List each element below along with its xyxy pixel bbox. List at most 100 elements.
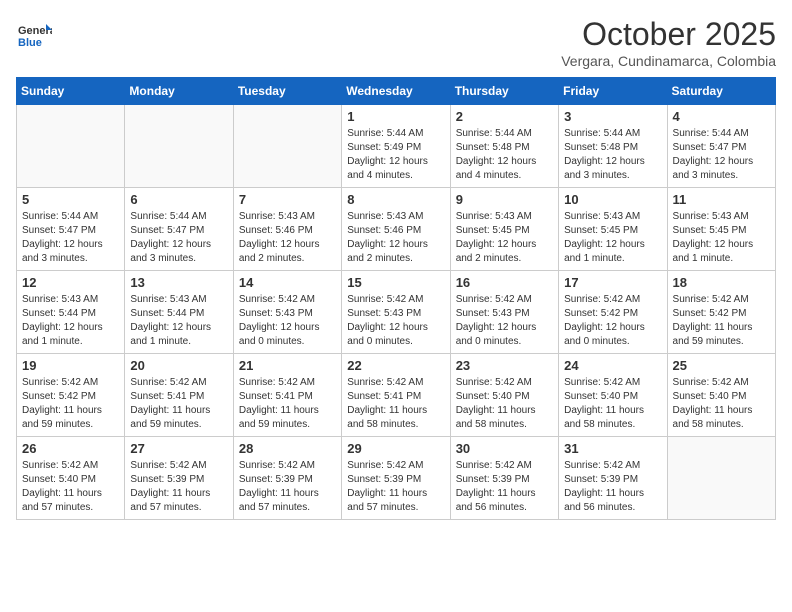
day-number: 17 xyxy=(564,275,661,290)
title-area: October 2025 Vergara, Cundinamarca, Colo… xyxy=(561,16,776,69)
calendar-cell: 19 Sunrise: 5:42 AM Sunset: 5:42 PM Dayli… xyxy=(17,354,125,437)
day-number: 11 xyxy=(673,192,770,207)
day-number: 7 xyxy=(239,192,336,207)
day-number: 28 xyxy=(239,441,336,456)
day-number: 22 xyxy=(347,358,444,373)
calendar-cell: 18 Sunrise: 5:42 AM Sunset: 5:42 PM Dayli… xyxy=(667,271,775,354)
header: General Blue October 2025 Vergara, Cundi… xyxy=(16,16,776,69)
month-title: October 2025 xyxy=(561,16,776,53)
day-info: Sunrise: 5:44 AM Sunset: 5:47 PM Dayligh… xyxy=(673,127,770,183)
calendar-cell: 14Sunrise: 5:42 AM Sunset: 5:43 PM Dayli… xyxy=(233,271,341,354)
day-number: 19 xyxy=(22,358,119,373)
weekday-header: Monday xyxy=(125,78,233,105)
day-number: 21 xyxy=(239,358,336,373)
calendar-cell: 22 Sunrise: 5:42 AM Sunset: 5:41 PM Dayli… xyxy=(342,354,450,437)
day-info: Sunrise: 5:42 AM Sunset: 5:42 PM Dayligh… xyxy=(22,376,119,432)
calendar-cell: 25Sunrise: 5:42 AM Sunset: 5:40 PM Dayli… xyxy=(667,354,775,437)
day-info: Sunrise: 5:43 AM Sunset: 5:46 PM Dayligh… xyxy=(239,210,336,266)
calendar-cell: 23 Sunrise: 5:42 AM Sunset: 5:40 PM Dayli… xyxy=(450,354,558,437)
day-number: 3 xyxy=(564,109,661,124)
day-number: 12 xyxy=(22,275,119,290)
day-info: Sunrise: 5:43 AM Sunset: 5:45 PM Dayligh… xyxy=(673,210,770,266)
day-info: Sunrise: 5:42 AM Sunset: 5:42 PM Dayligh… xyxy=(673,293,770,349)
day-number: 9 xyxy=(456,192,553,207)
day-info: Sunrise: 5:42 AM Sunset: 5:43 PM Dayligh… xyxy=(347,293,444,349)
day-info: Sunrise: 5:44 AM Sunset: 5:48 PM Dayligh… xyxy=(456,127,553,183)
calendar-week-row: 1Sunrise: 5:44 AM Sunset: 5:49 PM Daylig… xyxy=(17,105,776,188)
day-info: Sunrise: 5:43 AM Sunset: 5:45 PM Dayligh… xyxy=(564,210,661,266)
calendar-cell xyxy=(17,105,125,188)
day-number: 14 xyxy=(239,275,336,290)
day-info: Sunrise: 5:43 AM Sunset: 5:46 PM Dayligh… xyxy=(347,210,444,266)
calendar-week-row: 12 Sunrise: 5:43 AM Sunset: 5:44 PM Dayli… xyxy=(17,271,776,354)
day-number: 24 xyxy=(564,358,661,373)
day-info: Sunrise: 5:42 AM Sunset: 5:40 PM Dayligh… xyxy=(22,459,119,515)
calendar-cell: 13Sunrise: 5:43 AM Sunset: 5:44 PM Dayli… xyxy=(125,271,233,354)
calendar-cell: 7 Sunrise: 5:43 AM Sunset: 5:46 PM Daylig… xyxy=(233,188,341,271)
calendar-cell xyxy=(125,105,233,188)
calendar-cell: 12Sunrise: 5:43 AM Sunset: 5:44 PM Dayli… xyxy=(17,271,125,354)
calendar-cell: 9 Sunrise: 5:43 AM Sunset: 5:45 PM Daylig… xyxy=(450,188,558,271)
calendar-cell: 15 Sunrise: 5:42 AM Sunset: 5:43 PM Dayli… xyxy=(342,271,450,354)
day-info: Sunrise: 5:42 AM Sunset: 5:41 PM Dayligh… xyxy=(239,376,336,432)
day-info: Sunrise: 5:42 AM Sunset: 5:40 PM Dayligh… xyxy=(564,376,661,432)
day-number: 16 xyxy=(456,275,553,290)
day-number: 15 xyxy=(347,275,444,290)
day-info: Sunrise: 5:42 AM Sunset: 5:39 PM Dayligh… xyxy=(347,459,444,515)
calendar-cell: 1Sunrise: 5:44 AM Sunset: 5:49 PM Daylig… xyxy=(342,105,450,188)
calendar-cell: 8 Sunrise: 5:43 AM Sunset: 5:46 PM Daylig… xyxy=(342,188,450,271)
calendar-cell: 29 Sunrise: 5:42 AM Sunset: 5:39 PM Dayli… xyxy=(342,437,450,520)
day-number: 5 xyxy=(22,192,119,207)
day-info: Sunrise: 5:42 AM Sunset: 5:39 PM Dayligh… xyxy=(456,459,553,515)
weekday-header: Sunday xyxy=(17,78,125,105)
day-info: Sunrise: 5:44 AM Sunset: 5:47 PM Dayligh… xyxy=(130,210,227,266)
day-info: Sunrise: 5:44 AM Sunset: 5:47 PM Dayligh… xyxy=(22,210,119,266)
day-info: Sunrise: 5:44 AM Sunset: 5:48 PM Dayligh… xyxy=(564,127,661,183)
day-info: Sunrise: 5:42 AM Sunset: 5:43 PM Dayligh… xyxy=(456,293,553,349)
calendar-cell: 2 Sunrise: 5:44 AM Sunset: 5:48 PM Daylig… xyxy=(450,105,558,188)
calendar-cell: 6Sunrise: 5:44 AM Sunset: 5:47 PM Daylig… xyxy=(125,188,233,271)
weekday-header: Thursday xyxy=(450,78,558,105)
day-number: 23 xyxy=(456,358,553,373)
day-number: 2 xyxy=(456,109,553,124)
day-number: 1 xyxy=(347,109,444,124)
subtitle: Vergara, Cundinamarca, Colombia xyxy=(561,53,776,69)
calendar-cell: 31 Sunrise: 5:42 AM Sunset: 5:39 PM Dayli… xyxy=(559,437,667,520)
logo: General Blue xyxy=(16,16,52,52)
day-info: Sunrise: 5:42 AM Sunset: 5:39 PM Dayligh… xyxy=(564,459,661,515)
day-number: 18 xyxy=(673,275,770,290)
svg-text:Blue: Blue xyxy=(18,37,42,49)
day-number: 4 xyxy=(673,109,770,124)
day-info: Sunrise: 5:43 AM Sunset: 5:44 PM Dayligh… xyxy=(130,293,227,349)
day-number: 31 xyxy=(564,441,661,456)
calendar-week-row: 19 Sunrise: 5:42 AM Sunset: 5:42 PM Dayli… xyxy=(17,354,776,437)
calendar-week-row: 26 Sunrise: 5:42 AM Sunset: 5:40 PM Dayli… xyxy=(17,437,776,520)
weekday-header: Wednesday xyxy=(342,78,450,105)
day-info: Sunrise: 5:42 AM Sunset: 5:39 PM Dayligh… xyxy=(130,459,227,515)
calendar-cell: 11 Sunrise: 5:43 AM Sunset: 5:45 PM Dayli… xyxy=(667,188,775,271)
weekday-header: Saturday xyxy=(667,78,775,105)
calendar-cell: 10 Sunrise: 5:43 AM Sunset: 5:45 PM Dayli… xyxy=(559,188,667,271)
weekday-header-row: SundayMondayTuesdayWednesdayThursdayFrid… xyxy=(17,78,776,105)
calendar: SundayMondayTuesdayWednesdayThursdayFrid… xyxy=(16,77,776,520)
day-number: 29 xyxy=(347,441,444,456)
day-info: Sunrise: 5:42 AM Sunset: 5:41 PM Dayligh… xyxy=(347,376,444,432)
calendar-cell: 21 Sunrise: 5:42 AM Sunset: 5:41 PM Dayli… xyxy=(233,354,341,437)
day-info: Sunrise: 5:42 AM Sunset: 5:42 PM Dayligh… xyxy=(564,293,661,349)
calendar-cell: 26 Sunrise: 5:42 AM Sunset: 5:40 PM Dayli… xyxy=(17,437,125,520)
logo-icon: General Blue xyxy=(16,16,52,52)
weekday-header: Tuesday xyxy=(233,78,341,105)
day-number: 8 xyxy=(347,192,444,207)
day-info: Sunrise: 5:43 AM Sunset: 5:45 PM Dayligh… xyxy=(456,210,553,266)
day-info: Sunrise: 5:42 AM Sunset: 5:41 PM Dayligh… xyxy=(130,376,227,432)
day-number: 10 xyxy=(564,192,661,207)
day-number: 26 xyxy=(22,441,119,456)
day-info: Sunrise: 5:42 AM Sunset: 5:40 PM Dayligh… xyxy=(456,376,553,432)
calendar-cell: 30Sunrise: 5:42 AM Sunset: 5:39 PM Dayli… xyxy=(450,437,558,520)
calendar-cell: 27 Sunrise: 5:42 AM Sunset: 5:39 PM Dayli… xyxy=(125,437,233,520)
weekday-header: Friday xyxy=(559,78,667,105)
day-number: 27 xyxy=(130,441,227,456)
calendar-cell: 17 Sunrise: 5:42 AM Sunset: 5:42 PM Dayli… xyxy=(559,271,667,354)
calendar-cell: 28Sunrise: 5:42 AM Sunset: 5:39 PM Dayli… xyxy=(233,437,341,520)
calendar-cell: 5 Sunrise: 5:44 AM Sunset: 5:47 PM Daylig… xyxy=(17,188,125,271)
